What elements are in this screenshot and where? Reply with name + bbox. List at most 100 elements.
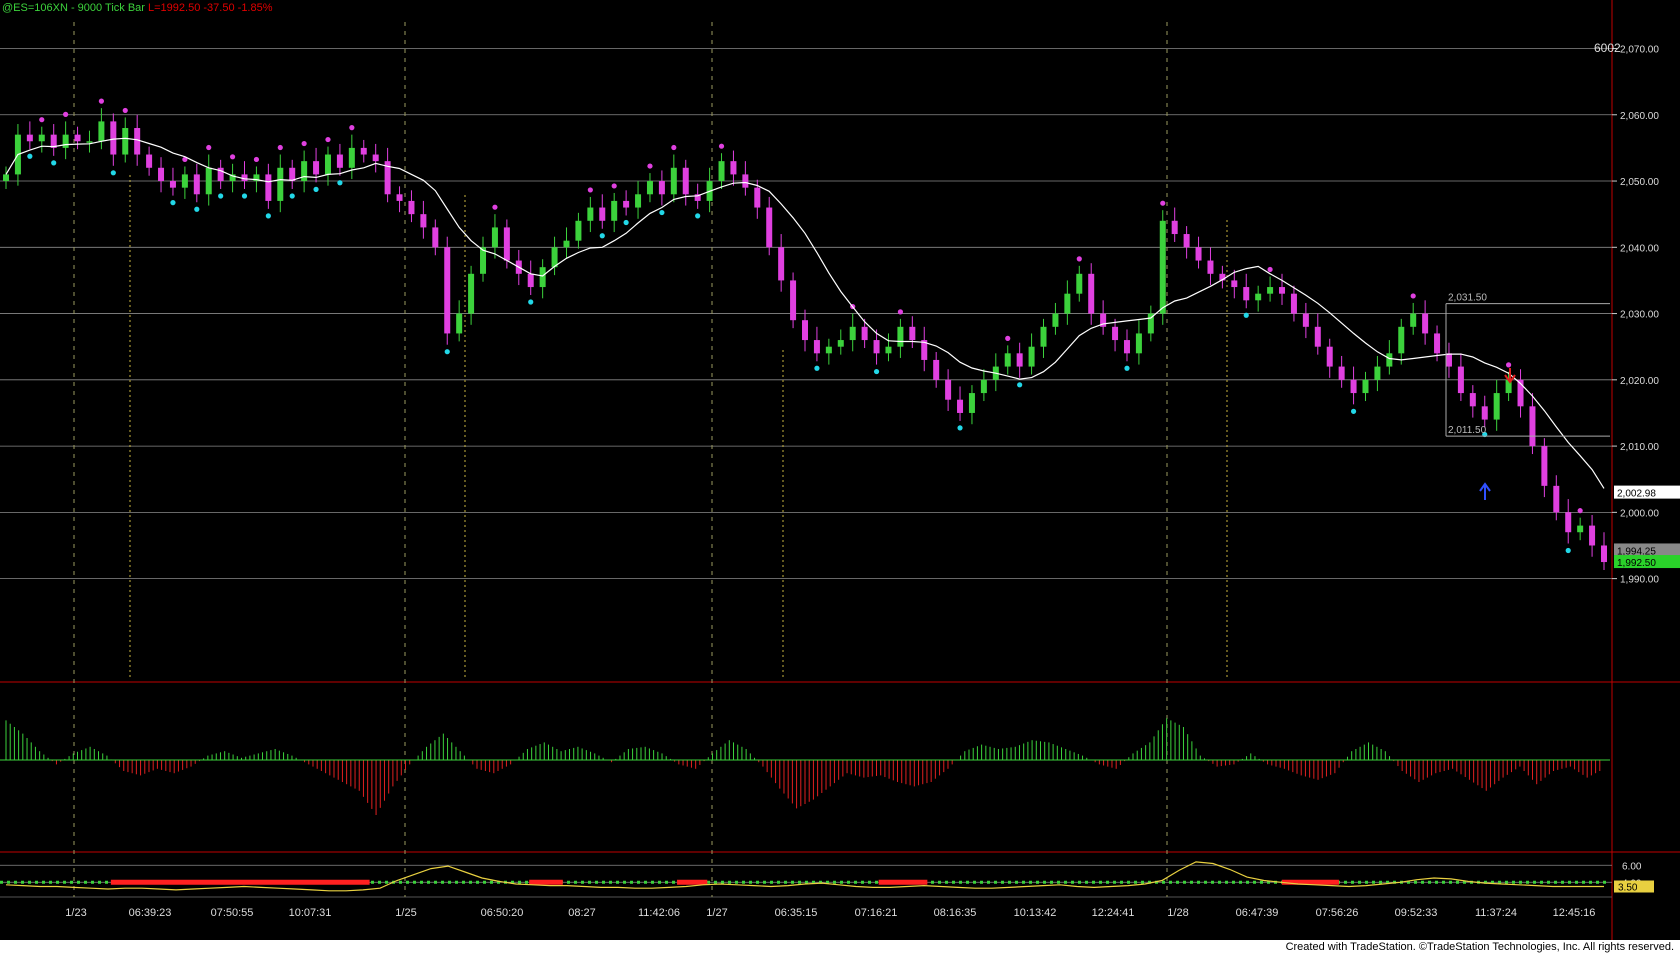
candle-body [1123, 340, 1130, 354]
candle-body [945, 379, 952, 400]
candle-body [909, 326, 916, 341]
candle-body [575, 220, 582, 241]
candle-body [539, 267, 546, 288]
swing-high-dot [277, 144, 283, 151]
candle-body [456, 313, 463, 334]
last-price-label: L=1992.50 [148, 2, 201, 14]
price-tick-label: 2,060.00 [1620, 111, 1659, 122]
time-axis-label: 08:27 [568, 907, 596, 919]
candle-body [491, 227, 498, 248]
candle-body [26, 134, 33, 142]
candle-body [396, 194, 403, 201]
swing-high-dot [63, 111, 69, 117]
swing-high-dot [301, 140, 307, 147]
swing-high-dot [98, 98, 105, 104]
time-axis-label: 06:35:15 [775, 907, 818, 919]
candle-body [790, 280, 797, 321]
candle-body [1279, 287, 1286, 294]
candle-body [778, 247, 785, 281]
candle-body [38, 134, 45, 142]
candle-body [718, 161, 725, 182]
time-axis-label: 1/28 [1167, 907, 1188, 919]
swing-low-dot [1243, 312, 1249, 318]
candle-body [110, 121, 117, 155]
time-axis-label: 07:50:55 [211, 907, 254, 919]
swing-high-dot [1160, 200, 1166, 206]
candle-body [1004, 353, 1011, 367]
swing-low-dot [194, 206, 200, 212]
swing-low-dot [444, 349, 450, 355]
candle-body [730, 161, 737, 175]
swing-low-dot [623, 219, 629, 226]
swing-low-dot [313, 186, 319, 192]
candle-body [1589, 525, 1596, 546]
candle-body [635, 194, 642, 208]
change-label: -37.50 [203, 2, 235, 14]
candle-body [62, 134, 69, 148]
time-axis-label: 10:13:42 [1014, 907, 1057, 919]
candle-body [1183, 234, 1190, 248]
price-tick-label: 2,030.00 [1620, 310, 1659, 321]
candle-body [754, 187, 761, 208]
candle-body [599, 207, 606, 221]
swing-high-dot [718, 143, 725, 149]
candle-body [360, 147, 367, 155]
time-axis-label: 12:45:16 [1553, 907, 1596, 919]
candle-body [1362, 379, 1369, 394]
swing-high-dot [1410, 293, 1416, 299]
price-tick-label: 2,010.00 [1620, 442, 1659, 453]
candle-body [1040, 326, 1047, 347]
candle-body [98, 121, 105, 142]
candle-body [169, 181, 176, 188]
candle-body [1028, 346, 1035, 367]
candle-body [1350, 379, 1357, 394]
candle-body [265, 174, 272, 201]
footer-copyright: Created with TradeStation. ©TradeStation… [1285, 941, 1674, 953]
candle-body [1052, 313, 1059, 327]
candle-body [1267, 287, 1274, 294]
candle-body [1398, 326, 1405, 354]
swing-low-dot [528, 299, 534, 305]
candle-body [1326, 346, 1333, 367]
tradestation-chart[interactable]: 2,070.00 2,060.00 2,050.00 2,040.00 2,030.00… [0, 0, 1680, 954]
candle-body [1410, 313, 1417, 327]
swing-low-dot [695, 213, 701, 219]
candle-body [1243, 287, 1250, 301]
swing-high-dot [229, 154, 236, 160]
indicator-line [5, 861, 1604, 892]
time-axis-label: 1/23 [65, 907, 86, 919]
candle-body [193, 174, 200, 195]
time-axis-label: 07:16:21 [855, 907, 898, 919]
candle-body [670, 167, 677, 195]
price-tick-label: 2,000.00 [1620, 508, 1659, 519]
candle-body [277, 167, 284, 201]
swing-low-dot [170, 200, 176, 206]
swing-low-dot [1565, 547, 1571, 554]
time-axis-label: 06:50:20 [481, 907, 524, 919]
buy-arrow-icon [1479, 482, 1491, 500]
candle-body [587, 207, 594, 221]
candle-body [1207, 260, 1214, 274]
candle-body [897, 326, 904, 347]
time-axis-label: 06:39:23 [129, 907, 172, 919]
candle-body [849, 326, 856, 341]
candle-body [885, 346, 892, 354]
candle-body [658, 181, 665, 195]
candle-body [802, 320, 808, 341]
swing-low-dot [659, 209, 665, 216]
candle-body [1231, 280, 1238, 288]
candle-body [408, 200, 415, 215]
candle-body [1016, 353, 1023, 367]
candle-body [1135, 333, 1142, 354]
candle-body [1541, 446, 1548, 486]
candle-body [1457, 366, 1464, 394]
candle-body [527, 273, 534, 288]
candle-body [861, 326, 868, 341]
time-axis-label: 11:42:06 [638, 907, 680, 919]
candle-body [3, 174, 9, 182]
swing-low-dot [110, 170, 116, 176]
swing-low-dot [241, 193, 248, 199]
candle-body [551, 247, 558, 268]
swing-low-dot [51, 160, 57, 166]
swing-high-dot [325, 136, 331, 143]
